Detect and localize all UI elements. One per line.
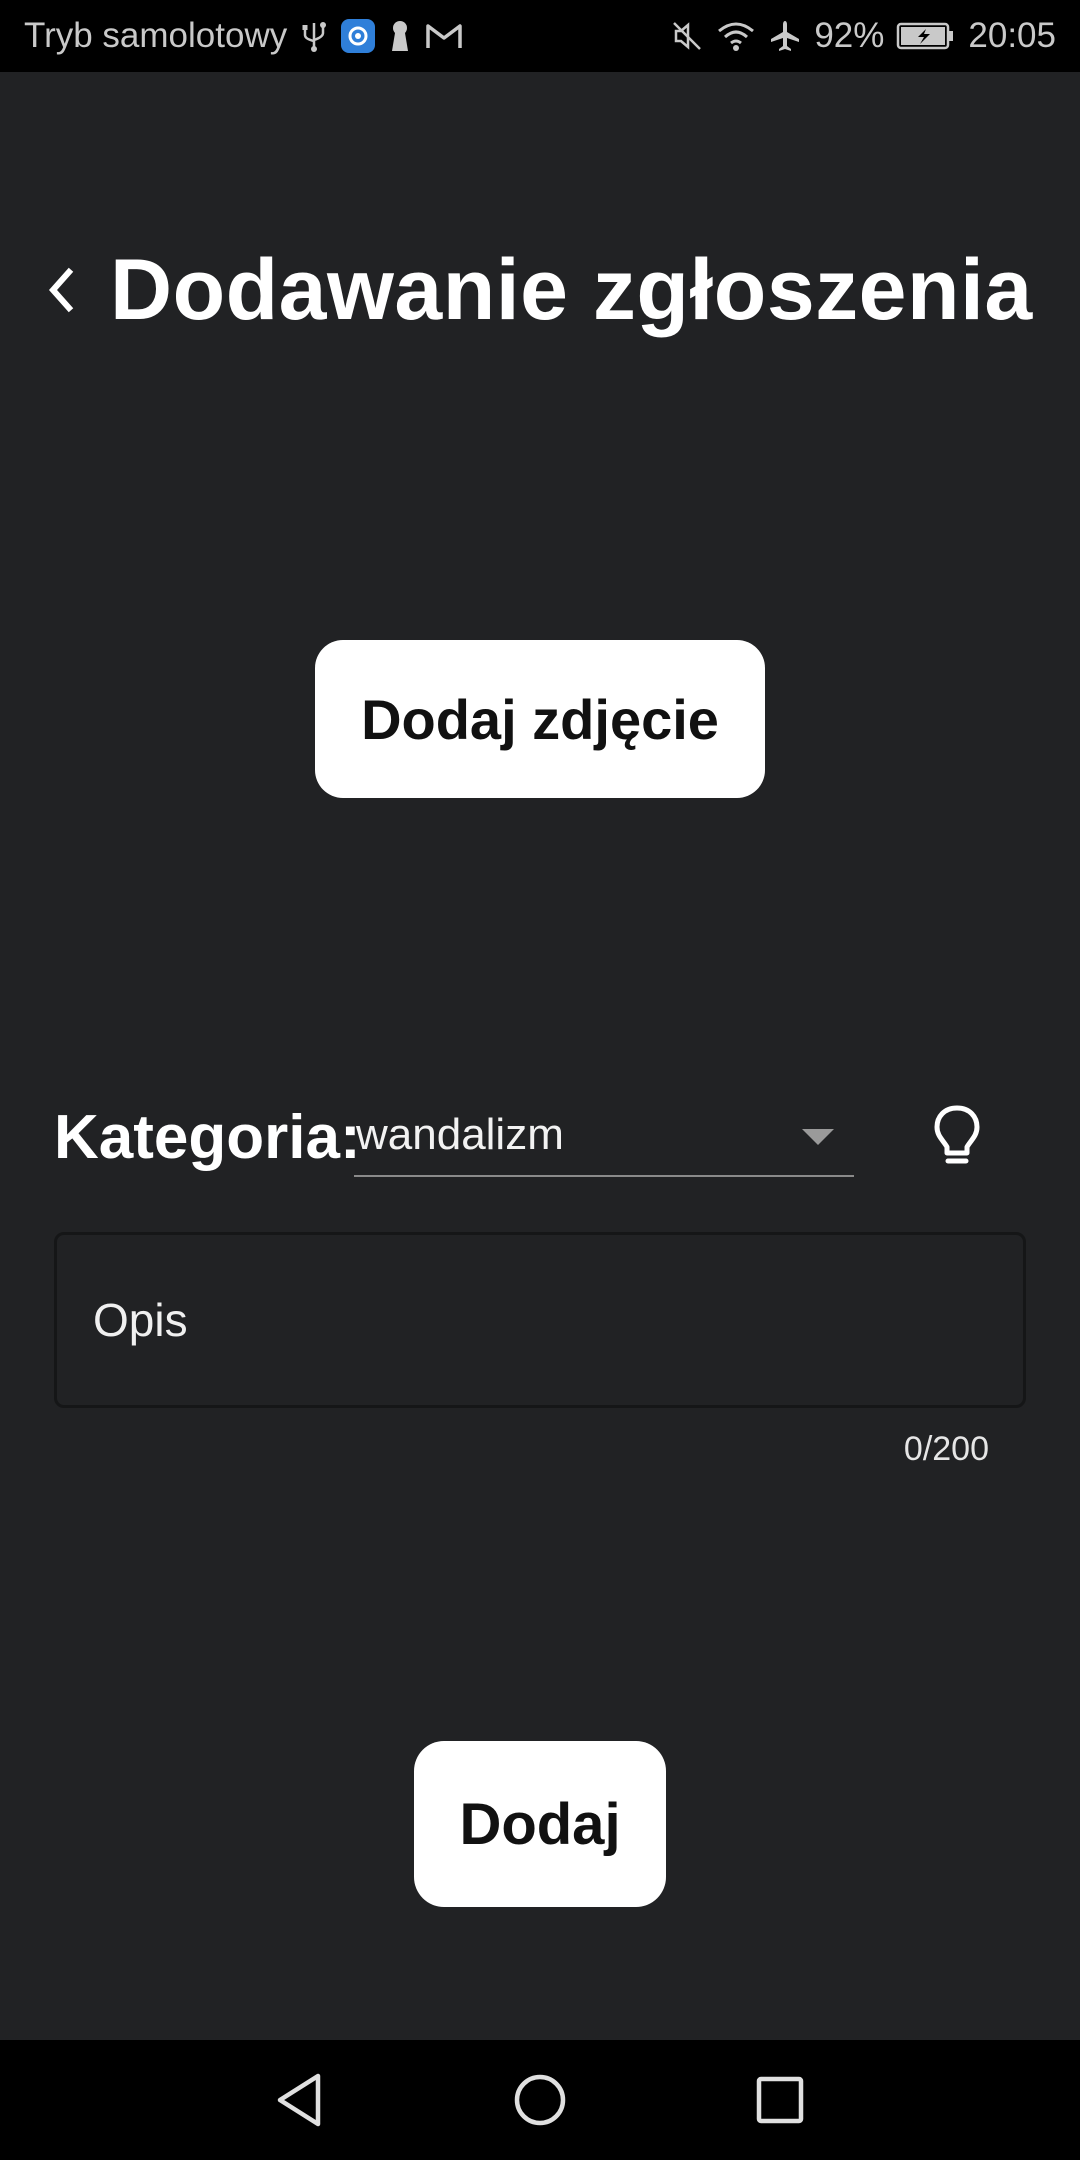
- nav-recents-button[interactable]: [720, 2040, 840, 2160]
- home-circle-icon: [514, 2074, 566, 2126]
- status-right: 92% 20:05: [670, 16, 1056, 56]
- lightbulb-icon: [934, 1105, 980, 1164]
- status-time: 20:05: [968, 16, 1056, 55]
- description-placeholder: Opis: [93, 1294, 188, 1346]
- description-field[interactable]: Opis: [54, 1232, 1026, 1408]
- character-counter: 0/200: [903, 1430, 989, 1468]
- recents-square-icon: [756, 2076, 804, 2124]
- back-triangle-icon: [277, 2073, 321, 2127]
- gmail-icon: [425, 21, 463, 51]
- page-title: Dodawanie zgłoszenia: [110, 241, 1033, 338]
- caret-down-icon: [802, 1129, 834, 1145]
- add-photo-button[interactable]: Dodaj zdjęcie: [315, 640, 765, 798]
- category-label: Kategoria:: [54, 1103, 361, 1172]
- submit-button[interactable]: Dodaj: [414, 1741, 666, 1907]
- chevron-left-icon: [48, 267, 74, 313]
- app-notification-icon: [341, 19, 376, 53]
- category-dropdown[interactable]: wandalizm: [354, 1095, 854, 1177]
- status-bar: Tryb samolotowy 92% 20:05: [0, 0, 1080, 72]
- airplane-icon: [768, 19, 802, 53]
- category-hint-button[interactable]: [922, 1095, 992, 1177]
- nav-home-button[interactable]: [480, 2040, 600, 2160]
- status-carrier-text: Tryb samolotowy: [24, 16, 288, 55]
- keyhole-icon: [389, 19, 411, 53]
- back-button[interactable]: [40, 260, 80, 320]
- battery-percent: 92%: [814, 16, 885, 55]
- usb-icon: [301, 19, 327, 53]
- mute-icon: [670, 19, 704, 53]
- navigation-bar: [0, 2040, 1080, 2160]
- header: Dodawanie zgłoszenia: [40, 230, 1033, 350]
- nav-back-button[interactable]: [240, 2040, 360, 2160]
- battery-charging-icon: [896, 21, 956, 51]
- wifi-icon: [716, 19, 756, 53]
- category-row: Kategoria: wandalizm: [54, 1095, 1034, 1180]
- status-left: Tryb samolotowy: [24, 16, 463, 56]
- category-selected-value: wandalizm: [356, 1110, 564, 1159]
